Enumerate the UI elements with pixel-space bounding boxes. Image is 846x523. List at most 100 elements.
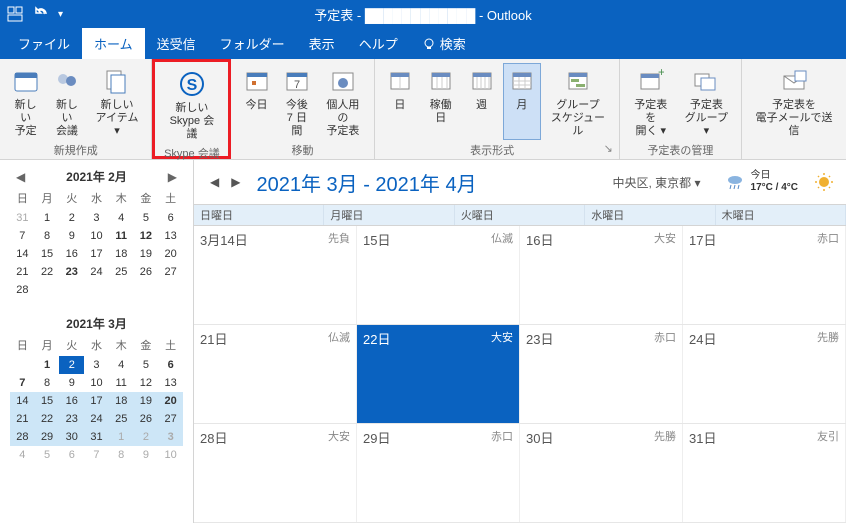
mini-cal-day[interactable]: 10: [158, 446, 183, 464]
mini-cal-day[interactable]: 28: [10, 281, 35, 299]
mini-cal-day[interactable]: 20: [158, 245, 183, 263]
mini-cal-day[interactable]: 7: [10, 227, 35, 245]
tab-home[interactable]: ホーム: [82, 28, 145, 59]
mini-cal-day[interactable]: 28: [10, 428, 35, 446]
mini-cal-day[interactable]: 11: [109, 374, 134, 392]
cal-day[interactable]: 16日大安: [520, 226, 683, 324]
mini-cal-day[interactable]: 9: [59, 227, 84, 245]
mini-cal-day[interactable]: 31: [10, 209, 35, 227]
email-calendar-button[interactable]: 予定表を 電子メールで送信: [748, 63, 840, 140]
new-meeting-button[interactable]: 新しい 会議: [47, 63, 86, 140]
mini-cal-day[interactable]: 5: [134, 209, 159, 227]
mini-cal-day[interactable]: 26: [134, 410, 159, 428]
mini-cal-day[interactable]: 24: [84, 410, 109, 428]
workweek-view-button[interactable]: 稼働日: [421, 63, 460, 140]
mini-cal-day[interactable]: 3: [158, 428, 183, 446]
new-items-button[interactable]: 新しい アイテム ▾: [89, 63, 146, 140]
mini-cal-day[interactable]: 15: [35, 245, 60, 263]
mini-cal-day[interactable]: 13: [158, 374, 183, 392]
mini-cal-day[interactable]: 25: [109, 263, 134, 281]
cal-day[interactable]: 24日先勝: [683, 325, 846, 423]
mini-cal-day[interactable]: 20: [158, 392, 183, 410]
mini-cal-day[interactable]: 7: [10, 374, 35, 392]
mini-cal-day[interactable]: 21: [10, 263, 35, 281]
mini-cal-day[interactable]: 3: [84, 209, 109, 227]
mini-cal-day[interactable]: 13: [158, 227, 183, 245]
mini-cal-day[interactable]: 17: [84, 245, 109, 263]
open-calendar-button[interactable]: +予定表を 開く ▾: [626, 63, 676, 140]
mini-cal-day[interactable]: 5: [134, 356, 159, 374]
mini-cal-day[interactable]: 30: [59, 428, 84, 446]
mini-cal-day[interactable]: 5: [35, 446, 60, 464]
mini-cal-day[interactable]: 9: [59, 374, 84, 392]
new-skype-meeting-button[interactable]: S新しい Skype 会議: [161, 66, 222, 143]
mini-cal-day[interactable]: 2: [59, 356, 84, 374]
mini-cal-day[interactable]: 31: [84, 428, 109, 446]
tab-sendrecv[interactable]: 送受信: [145, 28, 208, 59]
undo-icon[interactable]: [32, 5, 50, 23]
cal-day[interactable]: 22日大安: [357, 325, 520, 423]
next-month-icon[interactable]: ▶: [162, 170, 183, 184]
mini-cal-day[interactable]: 21: [10, 410, 35, 428]
tab-view[interactable]: 表示: [297, 28, 347, 59]
mini-cal-day[interactable]: 8: [109, 446, 134, 464]
mini-cal-day[interactable]: 19: [134, 392, 159, 410]
mini-cal-day[interactable]: 27: [158, 410, 183, 428]
cal-next-icon[interactable]: ▶: [227, 173, 244, 191]
mini-cal-day[interactable]: 16: [59, 392, 84, 410]
mini-cal-day[interactable]: 6: [158, 356, 183, 374]
cal-day[interactable]: 28日大安: [194, 424, 357, 522]
today-button[interactable]: 今日: [237, 63, 275, 140]
mini-cal-day[interactable]: 26: [134, 263, 159, 281]
mini-cal-day[interactable]: 4: [109, 209, 134, 227]
weather-widget[interactable]: 今日17°C / 4°C: [725, 170, 834, 194]
cal-prev-icon[interactable]: ◀: [206, 173, 223, 191]
mini-cal-day[interactable]: 22: [35, 263, 60, 281]
mini-cal-day[interactable]: 14: [10, 245, 35, 263]
cal-day[interactable]: 17日赤口: [683, 226, 846, 324]
week-view-button[interactable]: 週: [462, 63, 500, 140]
mini-cal-day[interactable]: 23: [59, 263, 84, 281]
mini-cal-day[interactable]: 27: [158, 263, 183, 281]
tab-folder[interactable]: フォルダー: [208, 28, 297, 59]
day-view-button[interactable]: 日: [381, 63, 419, 140]
tab-file[interactable]: ファイル: [6, 28, 82, 59]
mini-cal-day[interactable]: 8: [35, 374, 60, 392]
mini-cal-day[interactable]: 15: [35, 392, 60, 410]
next7days-button[interactable]: 7今後 7 日間: [278, 63, 316, 140]
cal-day[interactable]: 30日先勝: [520, 424, 683, 522]
calendar-groups-button[interactable]: 予定表 グループ ▾: [678, 63, 735, 140]
month-view-button[interactable]: 月: [503, 63, 541, 140]
prev-month-icon[interactable]: ◀: [10, 170, 31, 184]
mini-cal-day[interactable]: 10: [84, 374, 109, 392]
tab-help[interactable]: ヘルプ: [347, 28, 410, 59]
mini-cal-day[interactable]: 14: [10, 392, 35, 410]
mini-cal-day[interactable]: 29: [35, 428, 60, 446]
cal-day[interactable]: 21日仏滅: [194, 325, 357, 423]
cal-day[interactable]: 31日友引: [683, 424, 846, 522]
mini-cal-day[interactable]: 16: [59, 245, 84, 263]
mini-cal-day[interactable]: 4: [109, 356, 134, 374]
mini-cal-day[interactable]: 1: [109, 428, 134, 446]
mini-cal-day[interactable]: 18: [109, 245, 134, 263]
arrange-launcher-icon[interactable]: ↘: [604, 142, 613, 158]
mini-cal-day[interactable]: [10, 356, 35, 374]
mini-cal-day[interactable]: 18: [109, 392, 134, 410]
mini-cal-day[interactable]: 6: [158, 209, 183, 227]
mini-cal-day[interactable]: 1: [35, 209, 60, 227]
mini-cal-day[interactable]: 10: [84, 227, 109, 245]
cal-day[interactable]: 29日赤口: [357, 424, 520, 522]
mini-cal-day[interactable]: 12: [134, 374, 159, 392]
cal-day[interactable]: 3月14日先負: [194, 226, 357, 324]
new-appointment-button[interactable]: 新しい 予定: [6, 63, 45, 140]
mini-cal-day[interactable]: 24: [84, 263, 109, 281]
mini-cal-day[interactable]: 11: [109, 227, 134, 245]
personal-calendar-button[interactable]: 個人用の 予定表: [318, 63, 368, 140]
mini-cal-day[interactable]: 1: [35, 356, 60, 374]
mini-cal-day[interactable]: 22: [35, 410, 60, 428]
mini-cal-day[interactable]: 2: [134, 428, 159, 446]
mini-cal-day[interactable]: 2: [59, 209, 84, 227]
mini-cal-day[interactable]: 23: [59, 410, 84, 428]
cal-day[interactable]: 15日仏滅: [357, 226, 520, 324]
mini-cal-day[interactable]: 9: [134, 446, 159, 464]
